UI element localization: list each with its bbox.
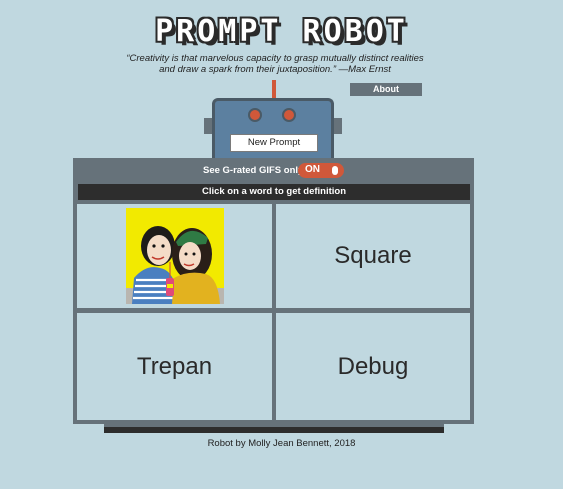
- footer-credit: Robot by Molly Jean Bennett, 2018: [207, 438, 356, 449]
- prompt-word-cell-trepan[interactable]: Trepan: [77, 313, 272, 420]
- about-button[interactable]: About: [350, 83, 422, 96]
- prompt-gif-image: [125, 208, 224, 304]
- robot-eye-right: [282, 108, 296, 122]
- prompt-word: Trepan: [136, 352, 213, 380]
- prompt-word-cell-square[interactable]: Square: [276, 204, 470, 308]
- robot-ear-left: [204, 118, 212, 134]
- grated-filter-label: See G-rated GIFS only: [203, 165, 304, 176]
- robot-eye-left: [248, 108, 262, 122]
- robot-ear-right: [334, 118, 342, 134]
- prompt-word: Square: [334, 242, 412, 269]
- robot-body-panel: See G-rated GIFS only ON Click on a word…: [73, 158, 474, 424]
- robot-base: [104, 424, 444, 433]
- prompt-gif-cell[interactable]: [77, 204, 272, 308]
- prompt-word: Debug: [337, 352, 409, 380]
- toggle-state-label: ON: [305, 164, 320, 175]
- toggle-knob: [332, 166, 338, 175]
- prompt-word-cell-debug[interactable]: Debug: [276, 313, 470, 420]
- site-logo: PROMPT ROBOT: [155, 14, 408, 49]
- definition-hint-bar: Click on a word to get definition: [78, 184, 470, 200]
- grated-filter-row: See G-rated GIFS only ON: [73, 158, 474, 184]
- grated-toggle[interactable]: ON: [298, 163, 344, 178]
- quote-text: “Creativity is that marvelous capacity t…: [126, 53, 424, 75]
- new-prompt-button[interactable]: New Prompt: [230, 134, 318, 152]
